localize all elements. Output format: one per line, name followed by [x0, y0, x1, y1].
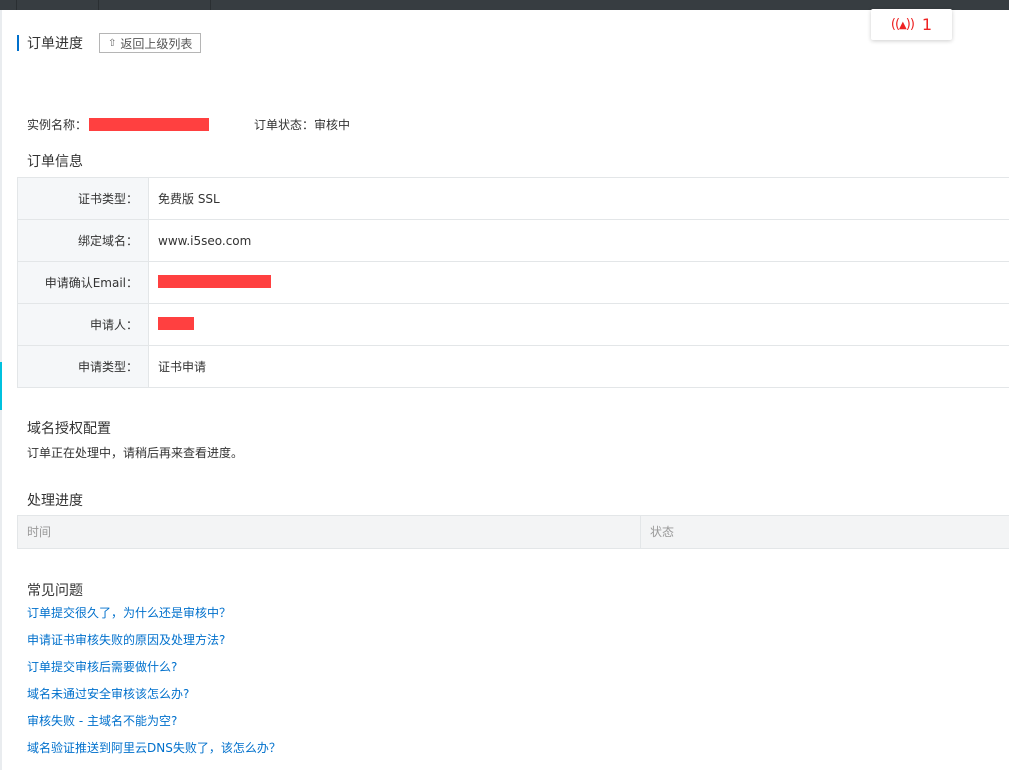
domain-auth-title: 域名授权配置	[27, 421, 111, 437]
faq-link[interactable]: 订单提交很久了，为什么还是审核中？	[27, 606, 231, 620]
order-status: 订单状态：审核中	[254, 118, 351, 132]
applicant-value	[148, 303, 1009, 346]
order-info-title: 订单信息	[27, 154, 83, 170]
list-item: 域名验证推送到阿里云DNS失败了，该怎么办？	[27, 741, 281, 768]
column-status: 状态	[650, 525, 675, 539]
page-title: 订单进度	[27, 36, 83, 52]
list-item: 申请证书审核失败的原因及处理方法?	[27, 633, 281, 660]
back-to-list-button[interactable]: ⇧ 返回上级列表	[99, 33, 202, 53]
table-row: 申请类型： 证书申请	[17, 345, 1009, 388]
column-time: 时间	[18, 516, 641, 548]
domain-auth-message: 订单正在处理中，请稍后再来查看进度。	[27, 446, 244, 460]
email-value	[148, 261, 1009, 304]
page-header: 订单进度	[17, 34, 83, 52]
list-item: 审核失败 - 主域名不能为空?	[27, 714, 281, 741]
apply-type-key: 申请类型：	[17, 345, 149, 388]
upload-arrow-icon: ⇧	[108, 37, 117, 49]
faq-title: 常见问题	[27, 583, 83, 599]
table-row: 申请人：	[17, 303, 1009, 346]
faq-link[interactable]: 申请证书审核失败的原因及处理方法?	[27, 633, 225, 647]
left-sidebar-edge	[0, 10, 2, 770]
back-to-list-label: 返回上级列表	[120, 36, 193, 51]
top-nav-segment[interactable]	[17, 0, 99, 10]
title-marker	[17, 35, 19, 51]
list-item: 订单提交审核后需要做什么?	[27, 660, 281, 687]
cert-type-key: 证书类型：	[17, 177, 149, 220]
table-row: 证书类型： 免费版 SSL	[17, 177, 1009, 220]
redacted-applicant	[158, 316, 194, 330]
notification-widget[interactable]: ((▲)) 1	[871, 9, 952, 40]
top-nav-segment[interactable]	[0, 0, 17, 10]
top-nav-segment[interactable]	[99, 0, 211, 10]
instance-name-label: 实例名称：	[27, 118, 88, 132]
faq-list: 订单提交很久了，为什么还是审核中？ 申请证书审核失败的原因及处理方法? 订单提交…	[27, 606, 281, 768]
table-row: 绑定域名： www.i5seo.com	[17, 219, 1009, 262]
table-row: 申请确认Email：	[17, 261, 1009, 304]
faq-link[interactable]: 域名未通过安全审核该怎么办?	[27, 687, 189, 701]
email-key: 申请确认Email：	[17, 261, 149, 304]
progress-table-header: 时间 状态	[17, 515, 1009, 549]
domain-value: www.i5seo.com	[148, 219, 1009, 262]
faq-link[interactable]: 域名验证推送到阿里云DNS失败了，该怎么办？	[27, 741, 281, 755]
bell-icon: ((▲))	[890, 17, 915, 32]
progress-title: 处理进度	[27, 493, 83, 509]
apply-type-value: 证书申请	[148, 345, 1009, 388]
cert-type-value: 免费版 SSL	[148, 177, 1009, 220]
redacted-instance-name	[89, 118, 210, 131]
faq-link[interactable]: 订单提交审核后需要做什么?	[27, 660, 177, 674]
domain-key: 绑定域名：	[17, 219, 149, 262]
applicant-key: 申请人：	[17, 303, 149, 346]
sidebar-toggle-handle[interactable]	[0, 362, 2, 410]
notification-count: 1	[921, 15, 933, 34]
list-item: 订单提交很久了，为什么还是审核中？	[27, 606, 281, 633]
redacted-email	[158, 274, 271, 288]
faq-link[interactable]: 审核失败 - 主域名不能为空?	[27, 714, 177, 728]
instance-name-row: 实例名称：	[27, 116, 210, 133]
order-info-table: 证书类型： 免费版 SSL 绑定域名： www.i5seo.com 申请确认Em…	[17, 177, 1009, 388]
list-item: 域名未通过安全审核该怎么办?	[27, 687, 281, 714]
top-nav-bar	[0, 0, 1009, 10]
